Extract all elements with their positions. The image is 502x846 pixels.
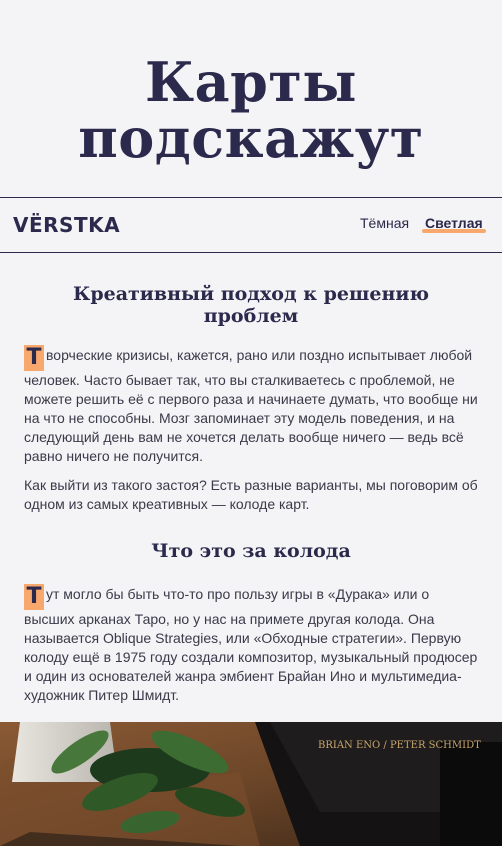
theme-light-label: Светлая <box>425 215 483 231</box>
paragraph-deck: Тут могло бы быть что-то про пользу игры… <box>24 584 480 705</box>
section-heading-deck: Что это за колода <box>151 540 351 562</box>
page-title: Карты подскажут <box>0 0 502 166</box>
cover-photo: BRIAN ENO / PETER SCHMIDT <box>0 722 502 846</box>
paragraph-deck-text: ут могло бы быть что-то про пользу игры … <box>24 586 478 703</box>
box-label: BRIAN ENO / PETER SCHMIDT <box>318 740 481 751</box>
theme-light-button[interactable]: Светлая <box>422 215 486 233</box>
drop-cap: Т <box>24 584 44 610</box>
paragraph-question: Как выйти из такого застоя? Есть разные … <box>24 477 478 512</box>
theme-dark-button[interactable]: Тёмная <box>360 215 409 231</box>
paragraph-intro: Творческие кризисы, кажется, рано или по… <box>24 345 480 466</box>
page-title-line-1: Карты <box>145 50 357 114</box>
section-heading-creative: Креативный подход к решению проблем <box>73 283 429 327</box>
drop-cap: Т <box>24 345 44 371</box>
paragraph-intro-text: ворческие кризисы, кажется, рано или поз… <box>24 347 478 464</box>
page-title-line-2: подскажут <box>78 106 424 170</box>
header-nav: VЁRSTKA Тёмная Светлая <box>0 197 502 253</box>
logo[interactable]: VЁRSTKA <box>13 213 120 237</box>
photo-illustration: BRIAN ENO / PETER SCHMIDT <box>0 722 502 846</box>
